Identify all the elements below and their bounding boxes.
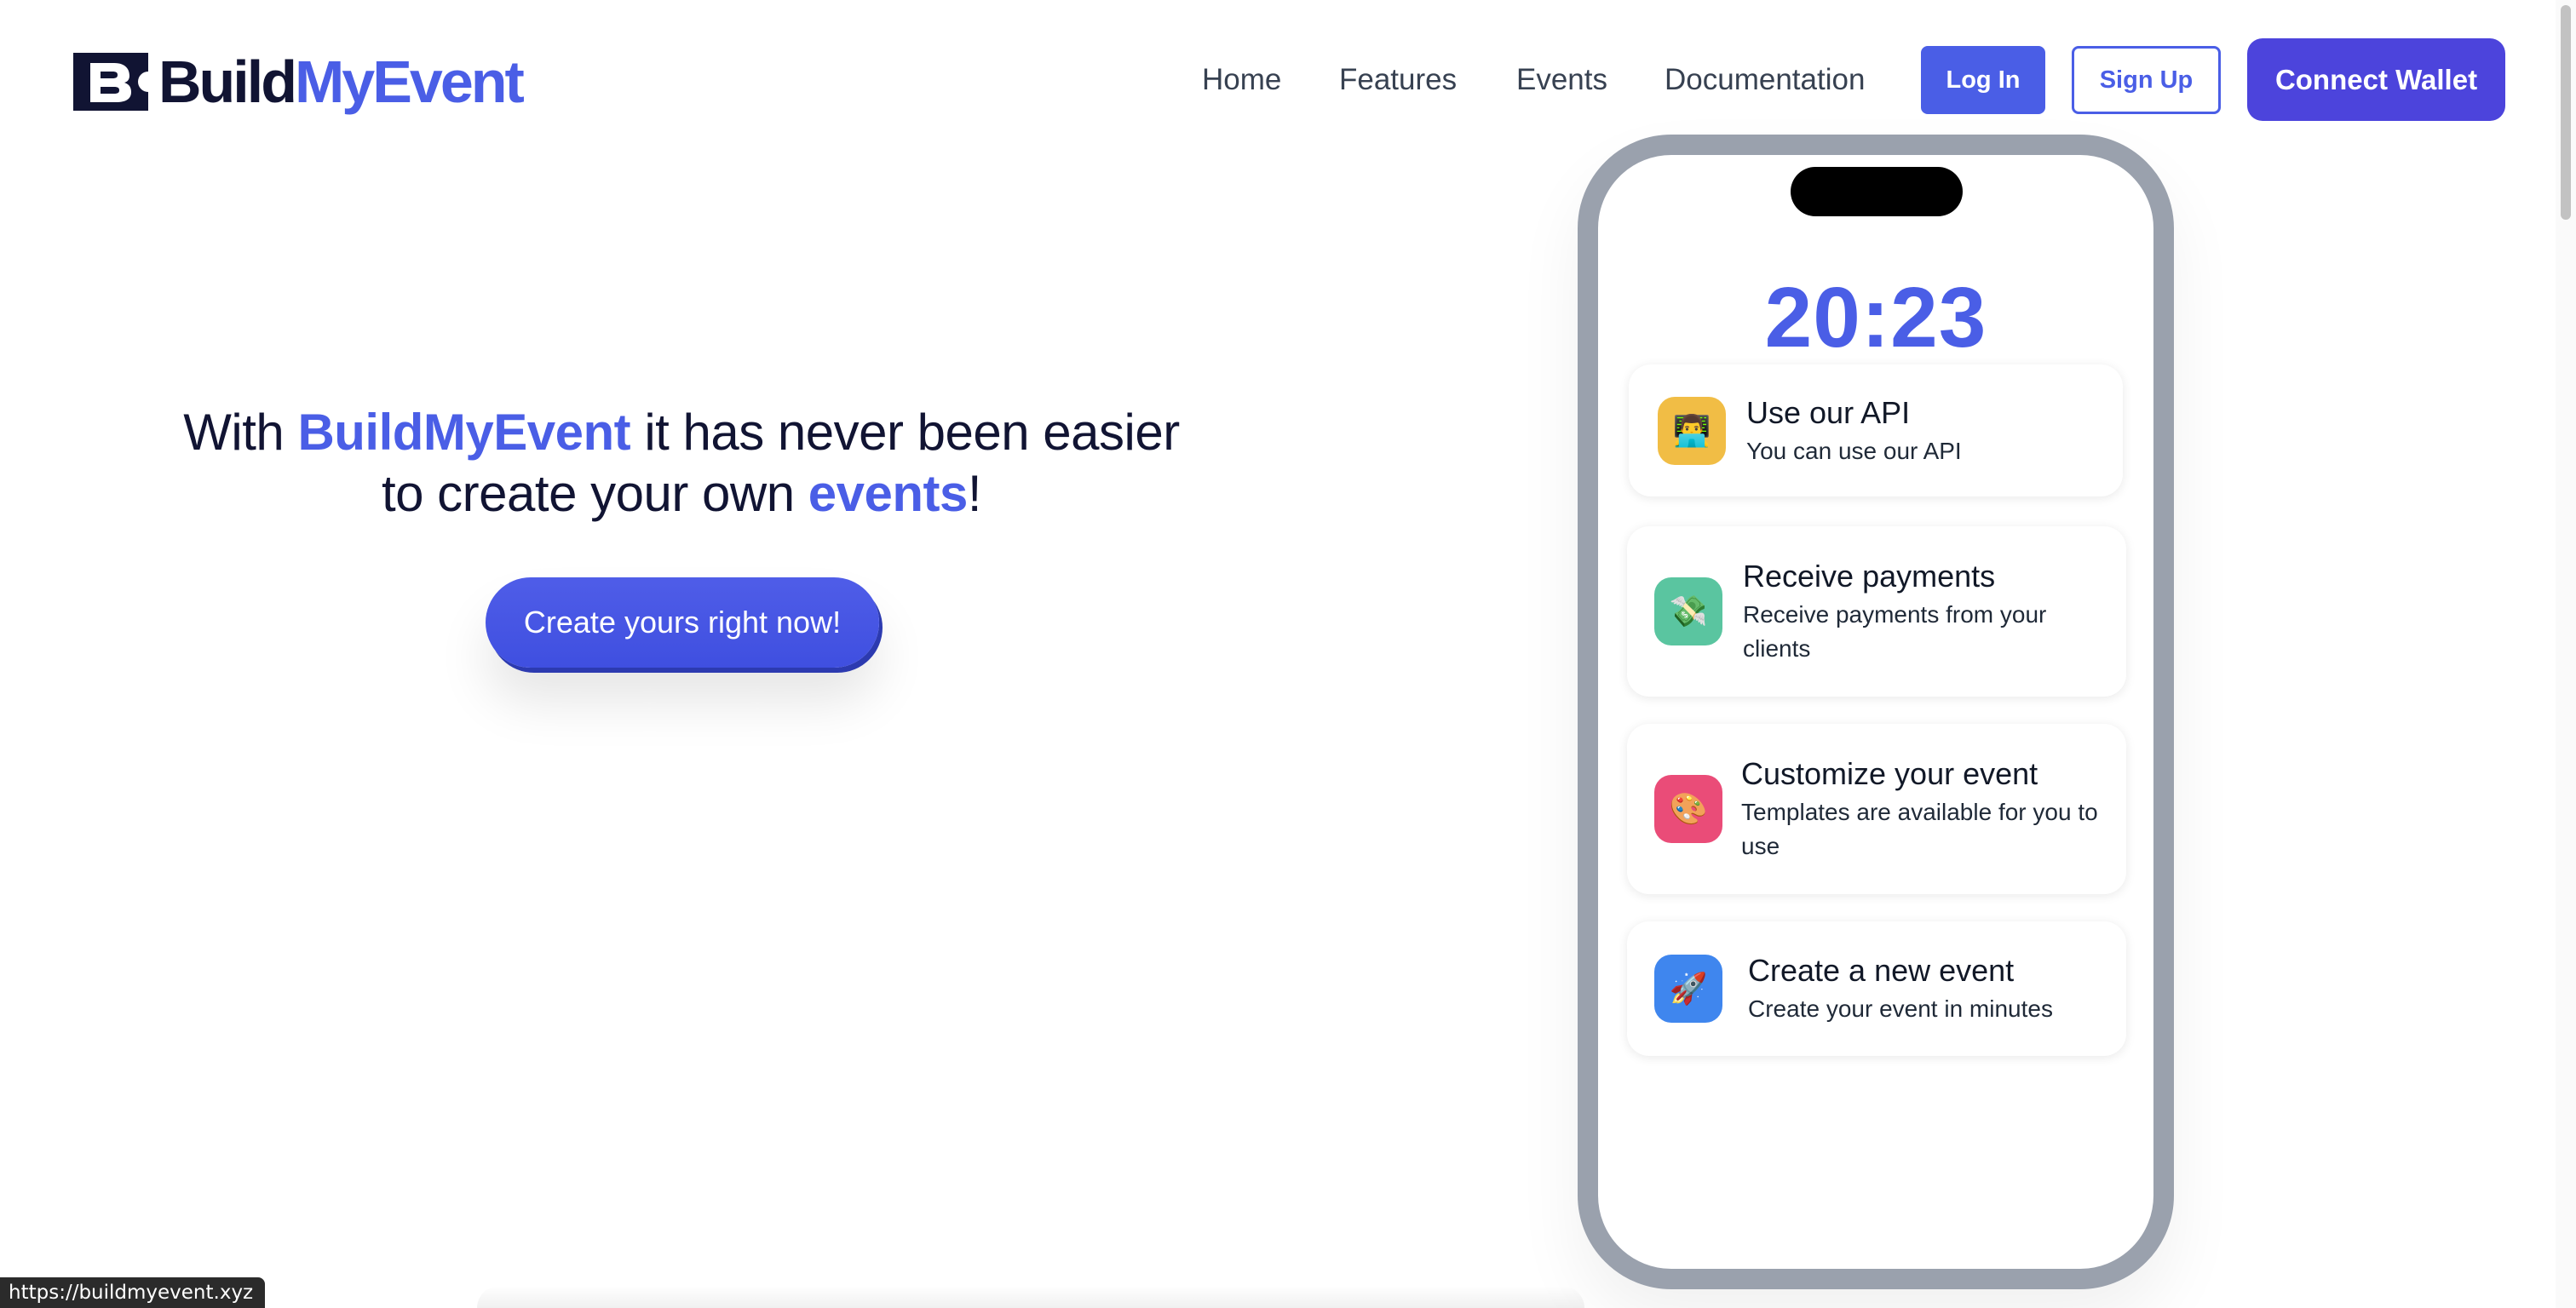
feature-card-customize[interactable]: 🎨 Customize your event Templates are ava… bbox=[1627, 724, 2126, 894]
ticket-logo-icon bbox=[73, 53, 148, 111]
nav-documentation-link[interactable]: Documentation bbox=[1665, 60, 1865, 100]
money-icon: 💸 bbox=[1654, 577, 1722, 645]
hero-text-1: With bbox=[183, 404, 298, 461]
status-bar-url: https://buildmyevent.xyz bbox=[0, 1277, 266, 1308]
brand-name: BuildMyEvent bbox=[158, 49, 525, 115]
page: BuildMyEvent Home Features Events Docume… bbox=[0, 0, 2576, 1308]
feature-card-title: Customize your event bbox=[1741, 756, 2038, 791]
create-event-cta-button[interactable]: Create yours right now! bbox=[486, 577, 879, 668]
feature-card-payments[interactable]: 💸 Receive payments Receive payments from… bbox=[1627, 526, 2126, 697]
hero-brand-highlight: BuildMyEvent bbox=[297, 404, 631, 461]
feature-card-desc: You can use our API bbox=[1746, 437, 1962, 464]
nav-features-link[interactable]: Features bbox=[1339, 60, 1457, 100]
login-button[interactable]: Log In bbox=[1921, 46, 2045, 114]
feature-card-title: Use our API bbox=[1746, 394, 1911, 430]
feature-card-desc: Receive payments from your clients bbox=[1743, 601, 2047, 662]
phone-dynamic-island bbox=[1791, 167, 1963, 216]
hero-text-3: to create your own bbox=[381, 465, 808, 522]
scrollbar-thumb[interactable] bbox=[2561, 5, 2571, 220]
technologist-icon: 👨‍💻 bbox=[1658, 396, 1726, 465]
feature-card-api[interactable]: 👨‍💻 Use our API You can use our API bbox=[1629, 364, 2123, 496]
nav-events-link[interactable]: Events bbox=[1516, 60, 1607, 100]
signup-button[interactable]: Sign Up bbox=[2072, 46, 2221, 114]
phone-clock: 20:23 bbox=[1764, 270, 1987, 365]
section-edge-shadow bbox=[477, 1286, 1584, 1308]
hero-text-2: it has never been easier bbox=[630, 404, 1180, 461]
feature-card-create[interactable]: 🚀 Create a new event Create your event i… bbox=[1627, 921, 2126, 1056]
feature-card-title: Receive payments bbox=[1743, 559, 1996, 594]
brand-logo[interactable]: BuildMyEvent bbox=[73, 48, 525, 116]
connect-wallet-button[interactable]: Connect Wallet bbox=[2247, 38, 2505, 121]
palette-icon: 🎨 bbox=[1654, 775, 1722, 843]
feature-card-desc: Create your event in minutes bbox=[1748, 995, 2053, 1022]
rocket-icon: 🚀 bbox=[1654, 955, 1722, 1023]
hero-headline: With BuildMyEvent it has never been easi… bbox=[119, 402, 1244, 525]
nav-home-link[interactable]: Home bbox=[1202, 60, 1281, 100]
feature-card-title: Create a new event bbox=[1748, 953, 2015, 988]
feature-card-desc: Templates are available for you to use bbox=[1741, 799, 2098, 859]
hero-events-highlight: events bbox=[808, 465, 969, 522]
hero-exclamation: ! bbox=[967, 465, 982, 522]
